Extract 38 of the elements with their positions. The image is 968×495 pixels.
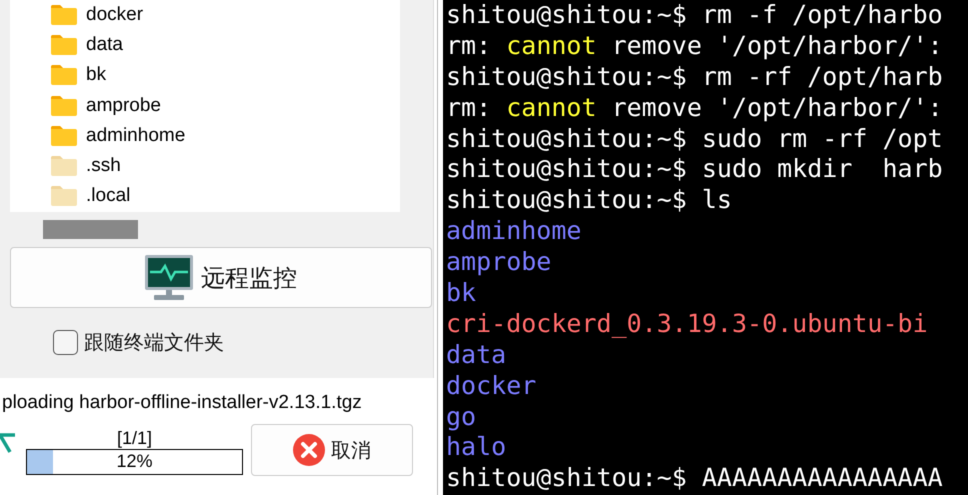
file-count: [1/1] (116, 428, 152, 449)
upload-status: ploading harbor-offline-installer-v2.13.1.tgz (2, 392, 363, 414)
terminal-text: shitou@shitou:~$ sudo rm -rf /opt (446, 124, 943, 153)
folder-name[interactable]: amprobe (86, 94, 161, 117)
checkbox-label: 跟随终端文件夹 (84, 329, 224, 356)
monitor-icon (145, 255, 193, 300)
folder-name[interactable]: bk (86, 64, 106, 86)
folder-name[interactable]: adminhome (86, 124, 186, 147)
terminal-text: halo (446, 432, 506, 462)
terminal-text: remove '/opt/harbor/': (610, 30, 943, 60)
terminal-text: data (446, 340, 506, 369)
folder-name[interactable]: data (86, 34, 123, 56)
terminal-text: cannot (506, 30, 597, 60)
terminal-text: shitou@shitou:~$ rm -f /opt/harbo (446, 0, 943, 29)
scrollbar-thumb[interactable] (43, 220, 138, 239)
terminal-text: bk (446, 278, 476, 308)
terminal-text: shitou@shitou:~$ AAAAAAAAAAAAAAAA (446, 463, 943, 492)
terminal-text: cannot (506, 92, 597, 122)
terminal-text: docker (446, 370, 536, 400)
terminal-text: rm: (446, 92, 492, 122)
cancel-button[interactable]: 取消 (251, 424, 413, 476)
terminal-text: rm: (446, 30, 492, 60)
terminal-text: go (446, 402, 476, 431)
checkbox[interactable] (53, 330, 78, 355)
folder-name[interactable]: .ssh (86, 155, 121, 178)
remote-monitor-button[interactable]: 远程监控 (10, 247, 432, 308)
close-icon (293, 434, 325, 466)
terminal-text: remove '/opt/harbor/': (610, 92, 943, 122)
terminal-text: shitou@shitou:~$ rm -rf /opt/harb (446, 62, 943, 91)
terminal-text: adminhome (446, 216, 582, 246)
terminal-text: shitou@shitou:~$ sudo mkdir harb (446, 154, 943, 184)
terminal-text: shitou@shitou:~$ ls (446, 185, 732, 214)
terminal-text: amprobe (446, 247, 552, 276)
terminal[interactable] (443, 0, 968, 495)
terminal-text: cri-dockerd_0.3.19.3-0.ubuntu-bi (446, 308, 928, 338)
folder-name[interactable]: docker (86, 4, 144, 26)
folder-name[interactable]: .local (86, 185, 130, 208)
progress-percent: 12% (115, 451, 154, 472)
